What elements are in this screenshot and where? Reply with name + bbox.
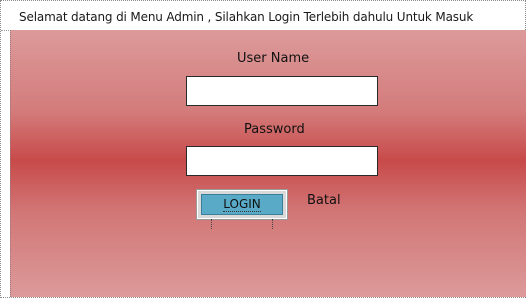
login-button-label: LOGIN (223, 196, 261, 212)
login-window: Selamat datang di Menu Admin , Silahkan … (0, 0, 526, 298)
header-bar: Selamat datang di Menu Admin , Silahkan … (1, 1, 525, 31)
login-button[interactable]: LOGIN (197, 190, 287, 219)
selection-marker-left (211, 219, 212, 229)
welcome-message: Selamat datang di Menu Admin , Silahkan … (19, 10, 474, 24)
login-button-face[interactable]: LOGIN (201, 194, 283, 215)
username-label: User Name (237, 51, 310, 66)
password-input[interactable] (186, 146, 378, 176)
username-input[interactable] (186, 76, 378, 106)
selection-marker-right (272, 219, 273, 229)
cancel-link[interactable]: Batal (307, 193, 341, 208)
password-label: Password (244, 122, 305, 137)
